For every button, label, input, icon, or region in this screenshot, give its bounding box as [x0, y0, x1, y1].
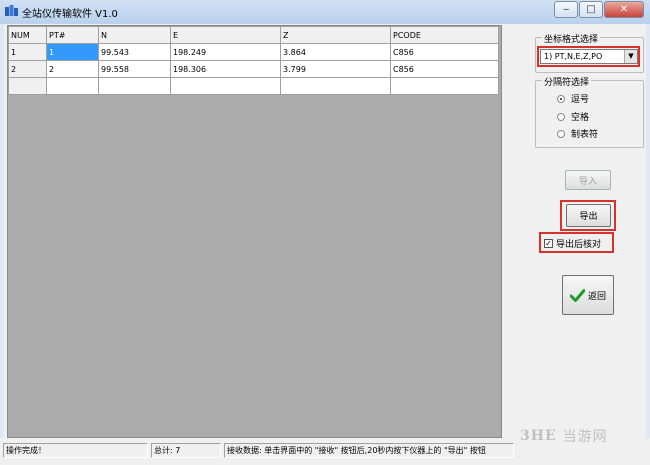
- data-table: NUM PT# N E Z PCODE 1 1 99.543 198.249 3…: [8, 26, 499, 95]
- checkbox-label: 导出后核对: [556, 240, 602, 250]
- table-cell[interactable]: [390, 77, 499, 95]
- radio-comma[interactable]: 逗号: [557, 92, 589, 105]
- coord-format-group-label: 坐标格式选择: [542, 32, 601, 45]
- table-row[interactable]: 1 1 99.543 198.249 3.864 C856: [8, 43, 499, 61]
- table-cell[interactable]: C856: [390, 60, 499, 78]
- table-cell[interactable]: 198.249: [170, 43, 281, 61]
- checkmark-icon: [569, 288, 585, 302]
- table-cell[interactable]: [170, 77, 281, 95]
- row-number-cell[interactable]: [8, 77, 47, 95]
- status-message: 操作完成！: [3, 443, 148, 458]
- main-client-area: NUM PT# N E Z PCODE 1 1 99.543 198.249 3…: [4, 24, 646, 438]
- title-bar: 全站仪传输软件 V1.0 ‒ □ ✕: [0, 0, 650, 24]
- verify-after-export-checkbox[interactable]: ✓ 导出后核对: [544, 237, 601, 250]
- table-cell[interactable]: 198.306: [170, 60, 281, 78]
- status-hint: 接收数据: 单击界面中的 "接收" 按钮后,20秒内按下仪器上的 "导出" 按钮: [224, 443, 514, 458]
- radio-unselected-icon[interactable]: [557, 129, 565, 138]
- radio-label: 空格: [571, 113, 590, 123]
- radio-tab[interactable]: 制表符: [557, 127, 598, 140]
- window-title: 全站仪传输软件 V1.0: [22, 9, 118, 20]
- checkbox-checked-icon[interactable]: ✓: [544, 239, 553, 248]
- table-cell[interactable]: 99.543: [98, 43, 171, 61]
- watermark: 3HE 当游网: [520, 426, 608, 446]
- radio-space[interactable]: 空格: [557, 110, 589, 123]
- column-header[interactable]: PCODE: [390, 26, 499, 44]
- status-total: 总计: 7: [151, 443, 221, 458]
- minimize-button[interactable]: ‒: [554, 1, 578, 18]
- window-controls: ‒ □ ✕: [553, 1, 644, 18]
- back-button[interactable]: 返回: [562, 275, 614, 315]
- separator-group-label: 分隔符选择: [542, 75, 592, 88]
- coord-format-select[interactable]: 1) PT,N,E,Z,PO ▼: [540, 49, 638, 64]
- table-cell[interactable]: C856: [390, 43, 499, 61]
- column-header[interactable]: NUM: [8, 26, 47, 44]
- radio-label: 制表符: [571, 130, 599, 140]
- table-cell[interactable]: [280, 77, 391, 95]
- import-button-label: 导入: [578, 176, 597, 187]
- close-icon: ✕: [619, 4, 629, 15]
- table-cell[interactable]: 3.864: [280, 43, 391, 61]
- table-cell[interactable]: 3.799: [280, 60, 391, 78]
- export-button-label: 导出: [579, 212, 598, 222]
- import-button[interactable]: 导入: [565, 170, 611, 190]
- close-button[interactable]: ✕: [604, 1, 644, 18]
- minimize-icon: ‒: [562, 4, 570, 15]
- radio-unselected-icon[interactable]: [557, 112, 565, 121]
- watermark-text: 当游网: [562, 429, 608, 445]
- chevron-down-icon[interactable]: ▼: [624, 50, 637, 63]
- app-icon: [5, 5, 18, 16]
- table-row-empty[interactable]: [8, 77, 499, 95]
- watermark-logo: 3HE: [520, 428, 557, 444]
- table-cell[interactable]: 1: [46, 43, 99, 61]
- row-number-cell[interactable]: 1: [8, 43, 47, 61]
- table-row[interactable]: 2 2 99.558 198.306 3.799 C856: [8, 60, 499, 78]
- table-cell[interactable]: 2: [46, 60, 99, 78]
- export-button[interactable]: 导出: [566, 204, 611, 227]
- maximize-button[interactable]: □: [579, 1, 603, 18]
- table-cell[interactable]: 99.558: [98, 60, 171, 78]
- coord-format-selected-value: 1) PT,N,E,Z,PO: [544, 52, 603, 61]
- column-header[interactable]: PT#: [46, 26, 99, 44]
- column-header[interactable]: E: [170, 26, 281, 44]
- maximize-icon: □: [586, 4, 596, 15]
- radio-label: 逗号: [571, 95, 590, 105]
- radio-selected-icon[interactable]: [557, 94, 565, 103]
- table-cell[interactable]: [98, 77, 171, 95]
- table-header-row: NUM PT# N E Z PCODE: [8, 26, 499, 44]
- table-cell[interactable]: [46, 77, 99, 95]
- data-grid[interactable]: NUM PT# N E Z PCODE 1 1 99.543 198.249 3…: [7, 25, 502, 438]
- column-header[interactable]: Z: [280, 26, 391, 44]
- row-number-cell[interactable]: 2: [8, 60, 47, 78]
- column-header[interactable]: N: [98, 26, 171, 44]
- back-button-label: 返回: [587, 291, 606, 302]
